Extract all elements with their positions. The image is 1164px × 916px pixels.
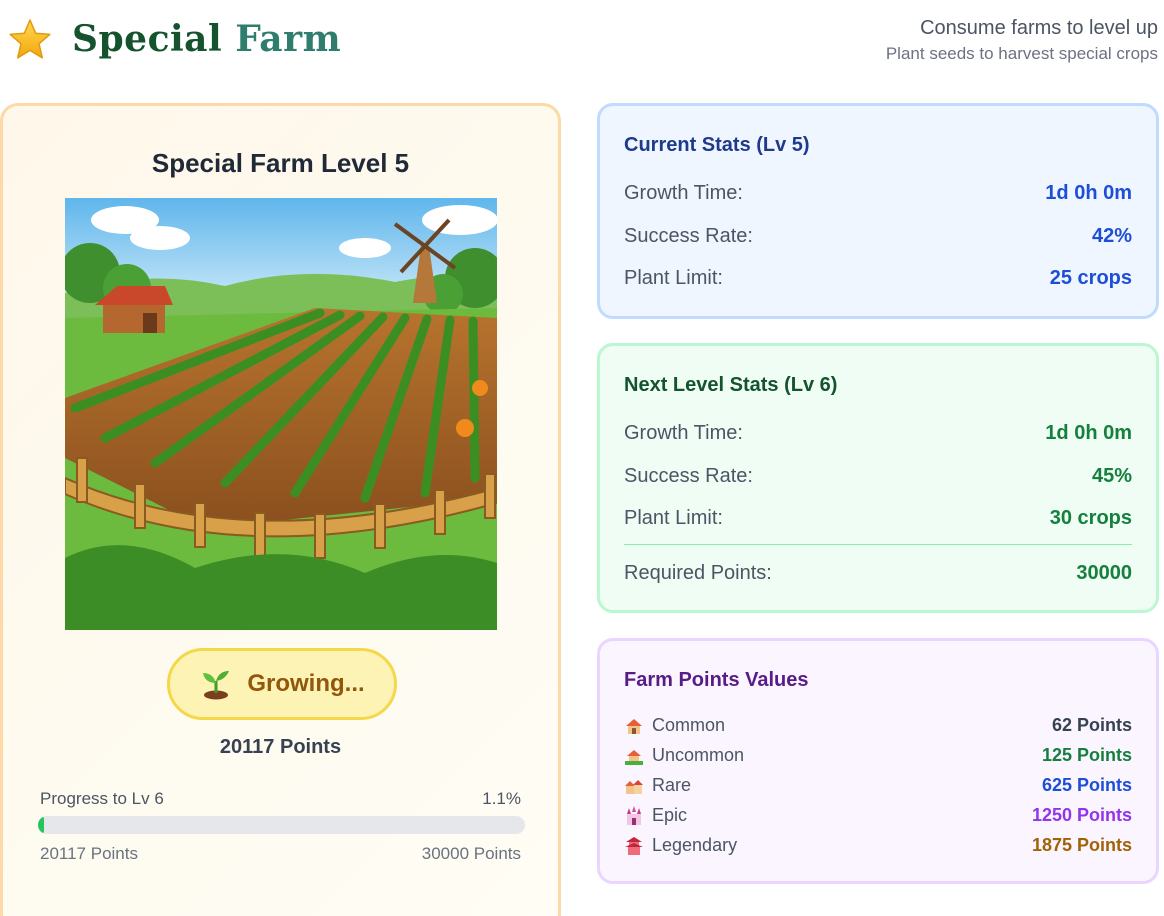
farm-tier-points: 1875 Points [1031, 835, 1132, 855]
farm-tier-label: Legendary [652, 835, 738, 855]
farm-tier-label: Rare [652, 775, 692, 795]
farm-value-row-epic: Epic 1250 Points [624, 805, 1132, 826]
current-stat-plant-limit: Plant Limit: 25 crops [624, 267, 1132, 290]
stat-label: Plant Limit: [624, 267, 723, 289]
farm-tier-points: 625 Points [1041, 775, 1132, 795]
farm-tier-points: 62 Points [1051, 715, 1132, 735]
farm-value-name: Common [624, 715, 725, 736]
house-icon [626, 718, 642, 734]
castle-icon [627, 805, 641, 825]
status-label: Growing... [247, 670, 365, 697]
house-garden-icon [625, 749, 643, 765]
current-stats-panel: Current Stats (Lv 5) Growth Time: 1d 0h … [597, 103, 1159, 319]
farm-tier-label: Common [652, 715, 726, 735]
farm-value-name: Rare [624, 775, 691, 796]
current-stat-success-rate: Success Rate: 42% [624, 225, 1132, 248]
farm-value-name: Legendary [624, 835, 737, 856]
farm-points-total: 20117 Points [219, 736, 342, 758]
stat-label: Growth Time: [624, 422, 743, 444]
farm-value-name: Uncommon [624, 745, 744, 766]
stat-value: 25 crops [1049, 267, 1132, 289]
current-stats-title: Current Stats (Lv 5) [624, 134, 810, 156]
houses-icon [625, 779, 643, 794]
tagline: Consume farms to level up Plant seeds to… [886, 16, 1158, 64]
required-points-label: Required Points: [624, 562, 772, 584]
progress-to-points: 30000 Points [421, 844, 521, 863]
farm-tier-label: Uncommon [652, 745, 745, 765]
farm-title: Special Farm Level 5 [151, 148, 410, 178]
stat-label: Growth Time: [624, 182, 743, 204]
farm-illustration[interactable] [65, 198, 497, 630]
sprout-icon [203, 671, 230, 700]
brand-title: Special Farm [72, 18, 341, 60]
divider [624, 544, 1132, 545]
stat-value: 1d 0h 0m [1045, 182, 1132, 204]
required-points-row: Required Points: 30000 [624, 562, 1132, 585]
required-points-value: 30000 [1076, 562, 1132, 584]
tagline-sub: Plant seeds to harvest special crops [885, 44, 1158, 63]
tagline-main: Consume farms to level up [920, 17, 1158, 39]
stat-value: 45% [1091, 465, 1132, 487]
farm-tier-label: Epic [652, 805, 688, 825]
progress-bar-fill [38, 816, 44, 834]
farm-points-title: Farm Points Values [624, 669, 809, 691]
farm-value-row-common: Common 62 Points [624, 715, 1132, 736]
farm-value-name: Epic [624, 805, 687, 826]
farm-card: Special Farm Level 5 Growing... 20117 Po… [0, 103, 561, 916]
stat-label: Success Rate: [624, 465, 753, 487]
farm-value-row-uncommon: Uncommon 125 Points [624, 745, 1132, 766]
progress-bar [38, 816, 525, 834]
progress-percent: 1.1% [482, 789, 521, 808]
brand-word-2: Farm [235, 18, 342, 60]
stat-value: 1d 0h 0m [1045, 422, 1132, 444]
pagoda-icon [625, 836, 643, 855]
brand-word-1: Special [72, 18, 223, 60]
progress-label: Progress to Lv 6 [40, 789, 164, 808]
farm-points-values-panel: Farm Points Values Common 62 Points Unco… [597, 638, 1159, 884]
next-stat-growth-time: Growth Time: 1d 0h 0m [624, 422, 1132, 445]
stat-value: 30 crops [1049, 507, 1132, 529]
farm-value-row-legendary: Legendary 1875 Points [624, 835, 1132, 856]
next-stats-title: Next Level Stats (Lv 6) [624, 374, 838, 396]
stat-label: Plant Limit: [624, 507, 723, 529]
next-stat-plant-limit: Plant Limit: 30 crops [624, 507, 1132, 530]
growing-status-button[interactable]: Growing... [167, 648, 397, 720]
next-level-stats-panel: Next Level Stats (Lv 6) Growth Time: 1d … [597, 343, 1159, 613]
stat-value: 42% [1091, 225, 1132, 247]
current-stat-growth-time: Growth Time: 1d 0h 0m [624, 182, 1132, 205]
page-header: Special Farm Consume farms to level up P… [0, 0, 1164, 90]
progress-from-points: 20117 Points [40, 844, 138, 863]
stat-label: Success Rate: [624, 225, 753, 247]
next-stat-success-rate: Success Rate: 45% [624, 465, 1132, 488]
farm-value-row-rare: Rare 625 Points [624, 775, 1132, 796]
farm-tier-points: 125 Points [1041, 745, 1132, 765]
star-icon [9, 19, 51, 59]
farm-tier-points: 1250 Points [1031, 805, 1132, 825]
